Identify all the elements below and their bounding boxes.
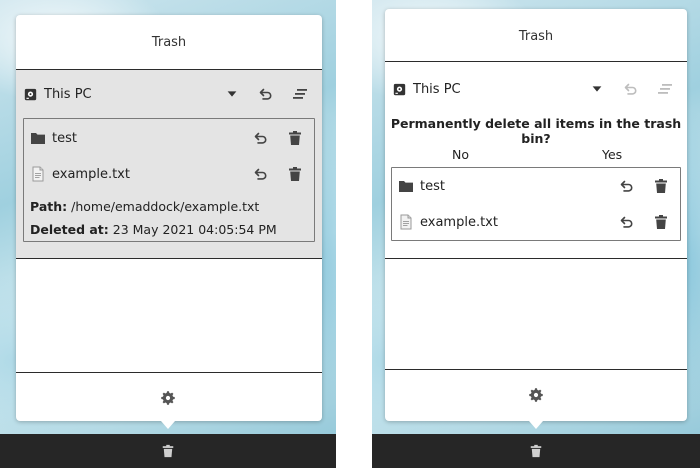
trash-item-list: test example.txt [391,167,681,241]
path-value: /home/emaddock/example.txt [67,199,260,214]
sort-button[interactable] [292,86,308,102]
list-item[interactable]: test [24,121,314,155]
divider [16,372,322,373]
restore-button[interactable] [619,214,635,230]
popup-pointer [161,421,175,429]
right-screenshot: Trash This PC Permanently delete all ite… [372,0,700,468]
yes-button[interactable]: Yes [602,147,622,162]
device-label: This PC [44,86,92,102]
delete-button[interactable] [653,178,669,194]
divider [385,258,687,259]
confirm-question: Permanently delete all items in the tras… [390,116,682,146]
delete-button[interactable] [287,166,303,182]
deleted-label: Deleted at: [30,222,109,237]
settings-gear-icon[interactable] [161,391,175,405]
restore-button[interactable] [253,166,269,182]
file-icon [30,166,46,182]
chevron-down-icon[interactable] [224,86,240,102]
deleted-value: 23 May 2021 04:05:54 PM [108,222,277,237]
folder-icon [30,130,46,146]
taskbar [0,434,336,468]
device-label: This PC [413,81,461,97]
restore-button[interactable] [253,130,269,146]
item-path: Path: /home/emaddock/example.txt [30,199,259,214]
delete-button[interactable] [653,214,669,230]
sort-button[interactable] [657,81,673,97]
restore-all-button[interactable] [623,81,639,97]
item-name: test [52,130,77,146]
no-button[interactable]: No [452,147,469,162]
trash-taskbar-icon[interactable] [161,443,175,459]
divider [385,61,687,62]
drive-icon [393,83,406,96]
restore-button[interactable] [619,178,635,194]
taskbar [372,434,700,468]
settings-gear-icon[interactable] [529,388,543,402]
device-bar[interactable]: This PC [385,71,687,107]
popup-title: Trash [151,35,187,50]
drive-icon [24,88,37,101]
path-label: Path: [30,199,68,214]
separator-gap [336,0,372,468]
restore-all-button[interactable] [258,86,274,102]
device-bar[interactable]: This PC [16,76,322,112]
chevron-down-icon[interactable] [589,81,605,97]
list-item[interactable]: test [392,169,680,203]
folder-icon [398,178,414,194]
divider [385,369,687,370]
trash-popup: Trash This PC Permanently delete all ite… [385,9,687,429]
delete-button[interactable] [287,130,303,146]
trash-item-list: test example.txt Path: /home/emaddock/ex… [23,118,315,242]
item-name: example.txt [52,166,130,182]
item-name: example.txt [420,214,498,230]
popup-title: Trash [518,29,554,44]
divider [16,258,322,259]
left-screenshot: Trash This PC test example.txt Path: /ho… [0,0,336,468]
file-icon [398,214,414,230]
item-deleted-at: Deleted at: 23 May 2021 04:05:54 PM [30,222,277,237]
list-item[interactable]: example.txt [392,205,680,239]
popup-pointer [529,421,543,429]
trash-popup: Trash This PC test example.txt Path: /ho… [16,15,322,429]
trash-taskbar-icon[interactable] [529,443,543,459]
list-item[interactable]: example.txt [24,157,314,191]
item-name: test [420,178,445,194]
